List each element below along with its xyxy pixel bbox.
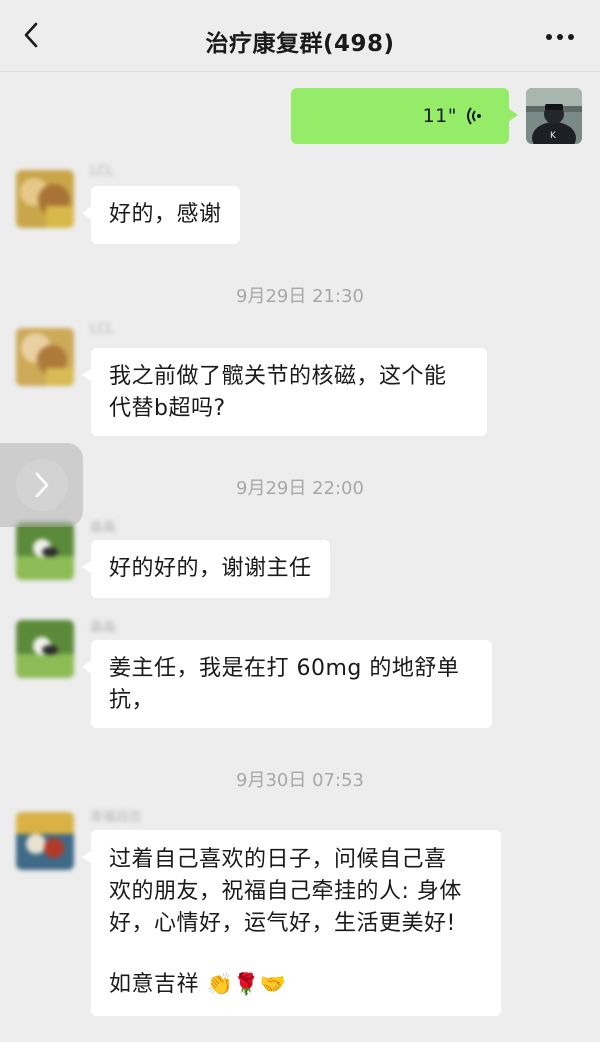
self-avatar[interactable]: K [526, 88, 582, 144]
more-button[interactable] [542, 22, 578, 52]
voice-message-bubble[interactable]: 11" [291, 88, 518, 144]
message-bubble[interactable]: 我之前做了髋关节的核磁，这个能 代替b超吗? [82, 348, 487, 436]
message-text: 好的，感谢 [109, 202, 222, 227]
message-text-line: 好，心情好，运气好，生活更美好! [109, 911, 456, 936]
emoji-group: 👏🌹🤝 [206, 972, 287, 996]
voice-wave-icon [467, 107, 481, 125]
message-text-line: 代替b超吗? [109, 396, 226, 421]
message-bubble[interactable]: 好的好的，谢谢主任 [82, 540, 330, 598]
sender-avatar[interactable] [16, 170, 74, 228]
message-text: 好的好的，谢谢主任 [109, 556, 312, 581]
sender-name: LCL [90, 164, 114, 179]
message-text-line: 抗， [109, 688, 155, 713]
chat-header: 治疗康复群(498) [0, 0, 600, 72]
timestamp: 9月30日 07:53 [236, 770, 364, 791]
message-bubble[interactable]: 好的，感谢 [82, 186, 240, 244]
chat-title: 治疗康复群(498) [205, 31, 395, 57]
message-text-line: 过着自己喜欢的日子，问候自己喜 [109, 847, 447, 872]
message-bubble[interactable]: 姜主任，我是在打 60mg 的地舒单 抗， [82, 640, 492, 728]
message-text-line: 我之前做了髋关节的核磁，这个能 [109, 364, 447, 389]
voice-duration: 11" [422, 105, 457, 127]
timestamp: 9月29日 21:30 [236, 286, 364, 307]
sender-avatar[interactable] [16, 328, 74, 386]
sender-avatar[interactable] [16, 522, 74, 580]
message-text-line: 如意吉祥 👏🌹🤝 [109, 968, 483, 1001]
sender-name: 淼淼 [90, 620, 117, 635]
sender-avatar[interactable] [16, 620, 74, 678]
message-text-line: 欢的朋友，祝福自己牵挂的人: 身体 [109, 879, 462, 904]
message-text-line: 姜主任，我是在打 60mg 的地舒单 [109, 656, 460, 681]
sender-name: 幸福自在 [90, 810, 143, 825]
floating-button-ring [15, 459, 68, 511]
message-bubble[interactable]: 过着自己喜欢的日子，问候自己喜 欢的朋友，祝福自己牵挂的人: 身体 好，心情好，… [82, 830, 501, 1016]
floating-side-button[interactable] [0, 443, 83, 527]
sender-name: 淼淼 [90, 520, 117, 535]
chevron-right-icon [35, 472, 48, 498]
sender-name: LCL [90, 322, 114, 337]
more-dots-icon [546, 34, 574, 40]
sender-avatar[interactable] [16, 812, 74, 870]
message-text: 如意吉祥 [109, 972, 200, 997]
timestamp: 9月29日 22:00 [236, 478, 364, 499]
